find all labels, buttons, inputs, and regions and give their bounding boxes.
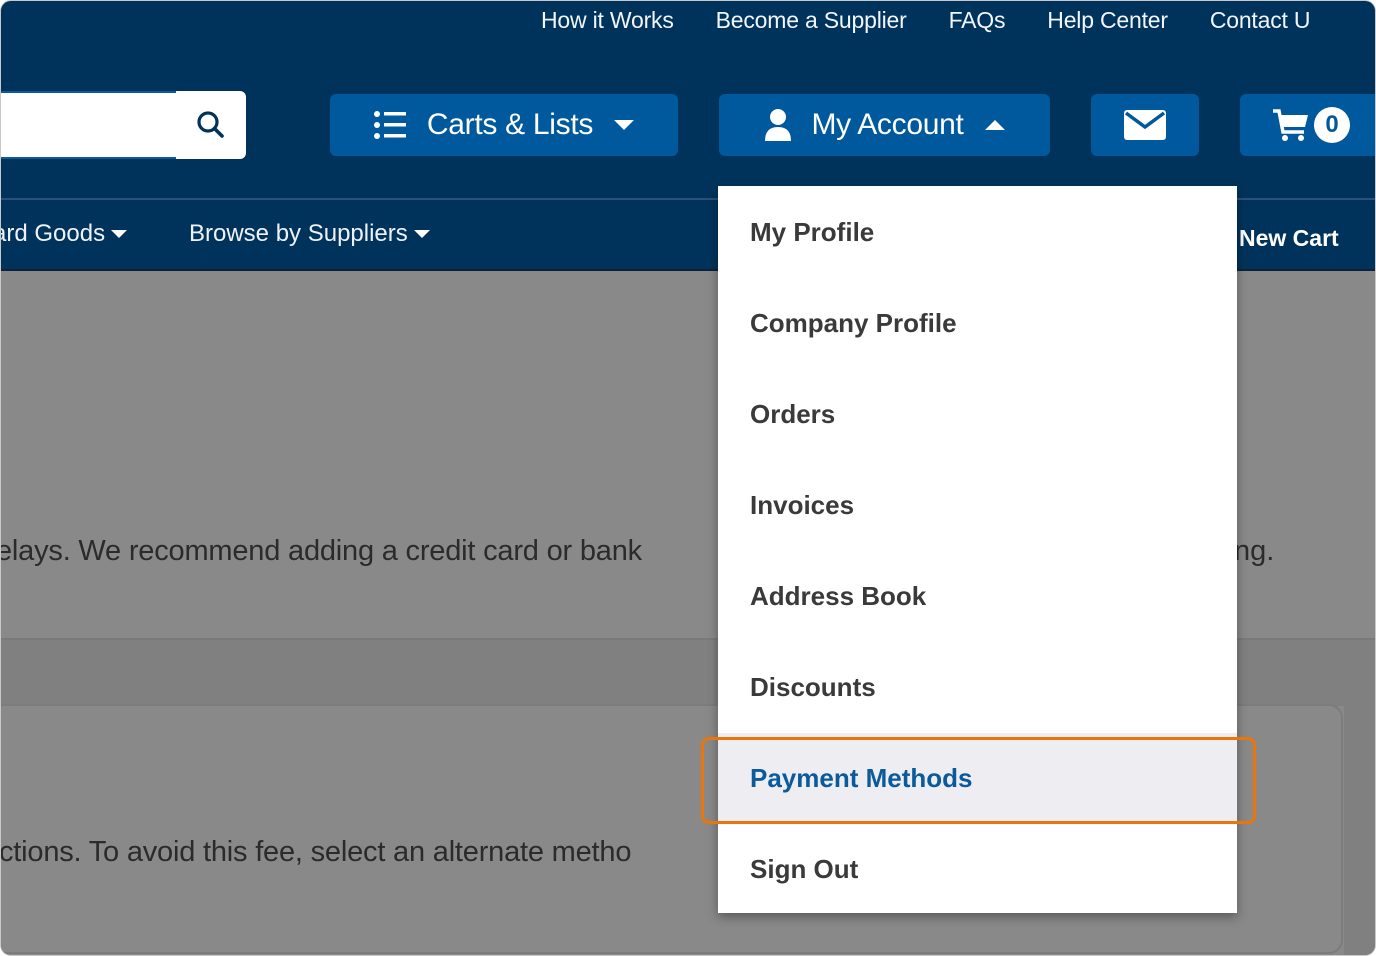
menu-item-sign-out[interactable]: Sign Out: [718, 824, 1237, 915]
app-window: How it Works Become a Supplier FAQs Help…: [1, 1, 1375, 955]
user-icon: [765, 109, 792, 141]
account-dropdown-menu: My Profile Company Profile Orders Invoic…: [718, 186, 1237, 913]
category-hard-goods-label: ard Goods: [1, 220, 106, 247]
menu-item-payment-methods[interactable]: Payment Methods: [718, 733, 1237, 824]
menu-item-orders[interactable]: Orders: [718, 369, 1237, 460]
list-icon: [373, 111, 406, 139]
category-browse-suppliers[interactable]: Browse by Suppliers: [189, 220, 430, 248]
category-browse-suppliers-label: Browse by Suppliers: [189, 220, 408, 247]
card-gutter: [1344, 704, 1375, 955]
payment-alert-text: elays. We recommend adding a credit card…: [1, 535, 642, 567]
menu-item-address-book[interactable]: Address Book: [718, 551, 1237, 642]
cart-button[interactable]: 0: [1240, 94, 1375, 156]
cart-icon: [1273, 109, 1308, 141]
caret-down-icon: [614, 120, 635, 130]
search-bar: [1, 91, 246, 159]
cart-count-badge: 0: [1314, 107, 1350, 143]
envelope-icon: [1124, 110, 1166, 140]
carts-lists-label: Carts & Lists: [426, 108, 594, 141]
messages-button[interactable]: [1091, 94, 1199, 156]
become-supplier-link[interactable]: Become a Supplier: [716, 7, 907, 34]
utility-nav: How it Works Become a Supplier FAQs Help…: [541, 7, 1352, 34]
caret-down-icon: [111, 230, 128, 238]
my-account-label: My Account: [811, 108, 964, 141]
caret-down-icon: [413, 230, 430, 238]
how-it-works-link[interactable]: How it Works: [541, 7, 674, 34]
new-cart-link[interactable]: New Cart: [1239, 225, 1339, 252]
menu-item-discounts[interactable]: Discounts: [718, 642, 1237, 733]
carts-lists-button[interactable]: Carts & Lists: [330, 94, 678, 156]
category-hard-goods[interactable]: ard Goods: [1, 220, 128, 248]
search-icon: [197, 111, 224, 138]
fee-notice-text: ctions. To avoid this fee, select an alt…: [1, 836, 632, 868]
caret-up-icon: [984, 120, 1005, 130]
menu-item-company-profile[interactable]: Company Profile: [718, 278, 1237, 369]
menu-item-my-profile[interactable]: My Profile: [718, 187, 1237, 278]
search-button[interactable]: [176, 91, 246, 159]
faqs-link[interactable]: FAQs: [949, 7, 1006, 34]
payment-alert-text-end: ng.: [1234, 535, 1275, 567]
help-center-link[interactable]: Help Center: [1047, 7, 1168, 34]
contact-us-link[interactable]: Contact U: [1210, 7, 1311, 34]
menu-item-invoices[interactable]: Invoices: [718, 460, 1237, 551]
my-account-button[interactable]: My Account: [719, 94, 1050, 156]
search-input[interactable]: [1, 91, 176, 159]
site-header: How it Works Become a Supplier FAQs Help…: [1, 1, 1375, 199]
